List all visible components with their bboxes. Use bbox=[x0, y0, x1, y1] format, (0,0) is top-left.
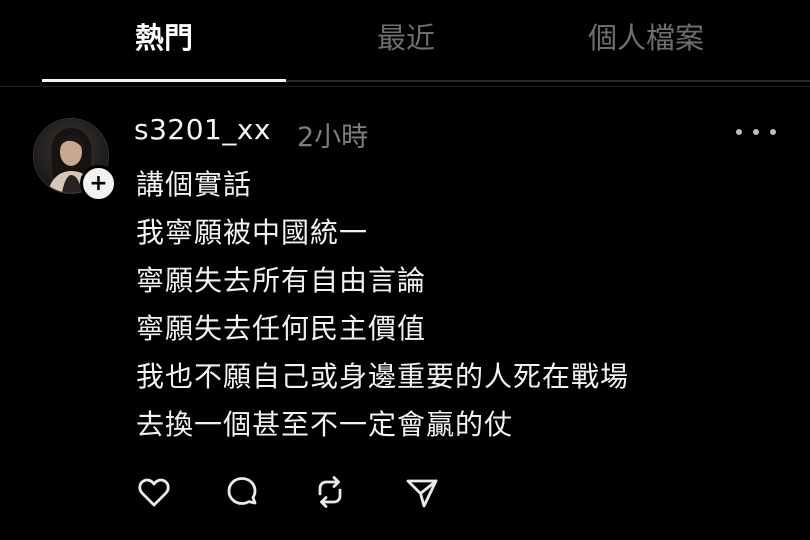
tab-bar: 熱門 最近 個人檔案 bbox=[0, 0, 810, 82]
comment-button[interactable] bbox=[220, 470, 264, 514]
post-line: 我也不願自己或身邊重要的人死在戰場 bbox=[136, 360, 630, 393]
share-button[interactable] bbox=[400, 470, 444, 514]
tab-popular[interactable]: 熱門 bbox=[42, 14, 286, 58]
like-button[interactable] bbox=[132, 470, 176, 514]
repost-button[interactable] bbox=[308, 470, 352, 514]
share-icon bbox=[406, 479, 438, 508]
post-line: 我寧願被中國統一 bbox=[136, 216, 369, 249]
more-options-icon[interactable] bbox=[736, 120, 776, 144]
post-body: 講個實話 我寧願被中國統一 寧願失去所有自由言論 寧願失去任何民主價值 我也不願… bbox=[136, 161, 776, 449]
post-line: 講個實話 bbox=[136, 168, 253, 201]
heart-icon bbox=[138, 478, 170, 507]
tab-recent[interactable]: 最近 bbox=[286, 14, 526, 58]
post-actions bbox=[132, 470, 452, 514]
post-timestamp: 2小時 bbox=[297, 122, 369, 153]
tab-profile[interactable]: 個人檔案 bbox=[526, 14, 766, 58]
tab-active-indicator bbox=[42, 79, 286, 82]
post-username[interactable]: s3201_xx bbox=[134, 113, 271, 146]
more-dot bbox=[736, 129, 742, 135]
more-dot bbox=[753, 129, 759, 135]
post-line: 寧願失去任何民主價值 bbox=[136, 312, 427, 345]
comment-icon bbox=[227, 477, 257, 505]
more-dot bbox=[770, 129, 776, 135]
post-line: 去換一個甚至不一定會贏的仗 bbox=[136, 408, 514, 441]
repost-icon bbox=[318, 476, 342, 508]
follow-button[interactable]: + bbox=[80, 165, 117, 202]
post-line: 寧願失去所有自由言論 bbox=[136, 264, 427, 297]
header-divider bbox=[0, 86, 810, 87]
avatar-container: + bbox=[33, 118, 117, 202]
